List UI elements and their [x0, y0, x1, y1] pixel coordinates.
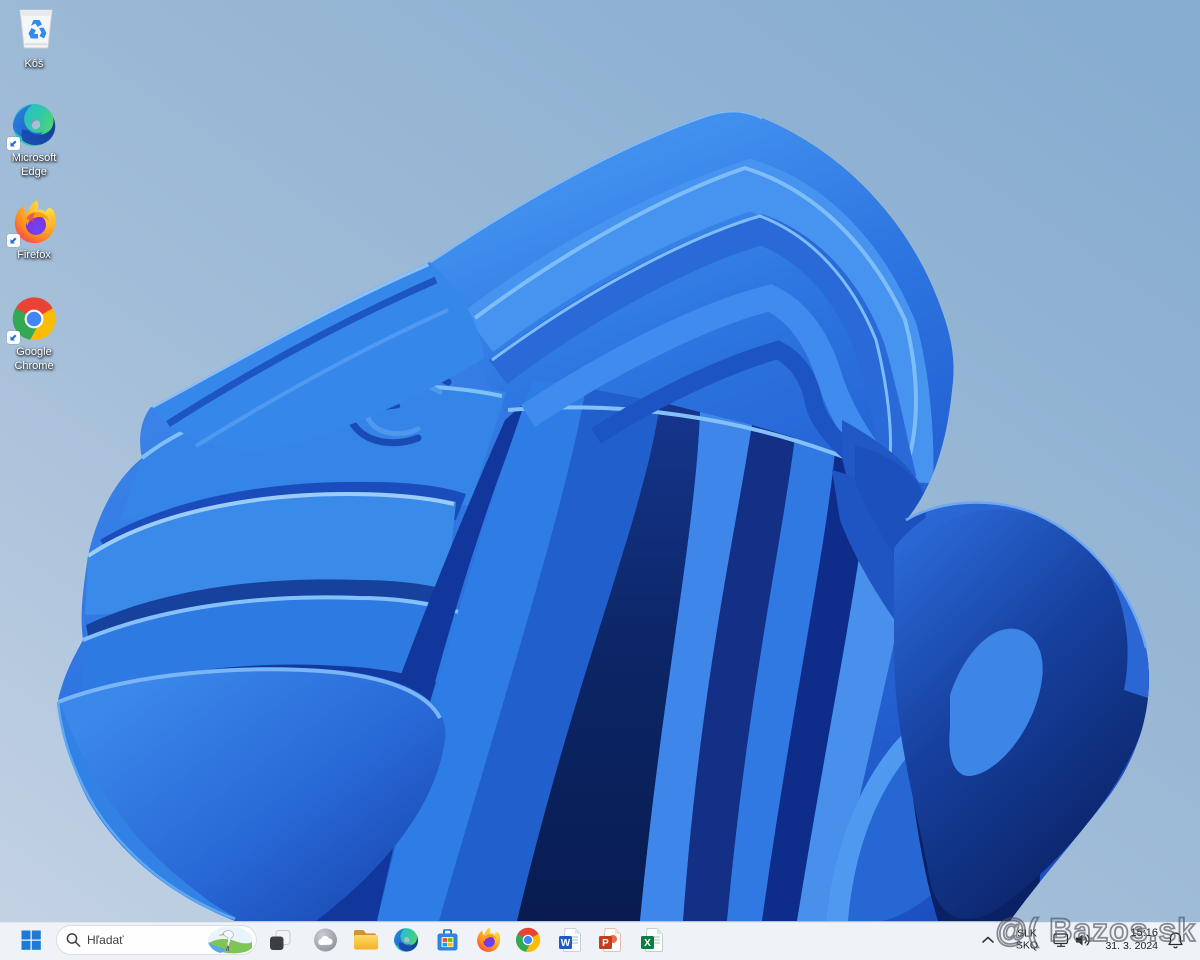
- svg-text:P: P: [602, 938, 609, 949]
- svg-text:X: X: [644, 938, 651, 949]
- svg-text:W: W: [561, 938, 571, 949]
